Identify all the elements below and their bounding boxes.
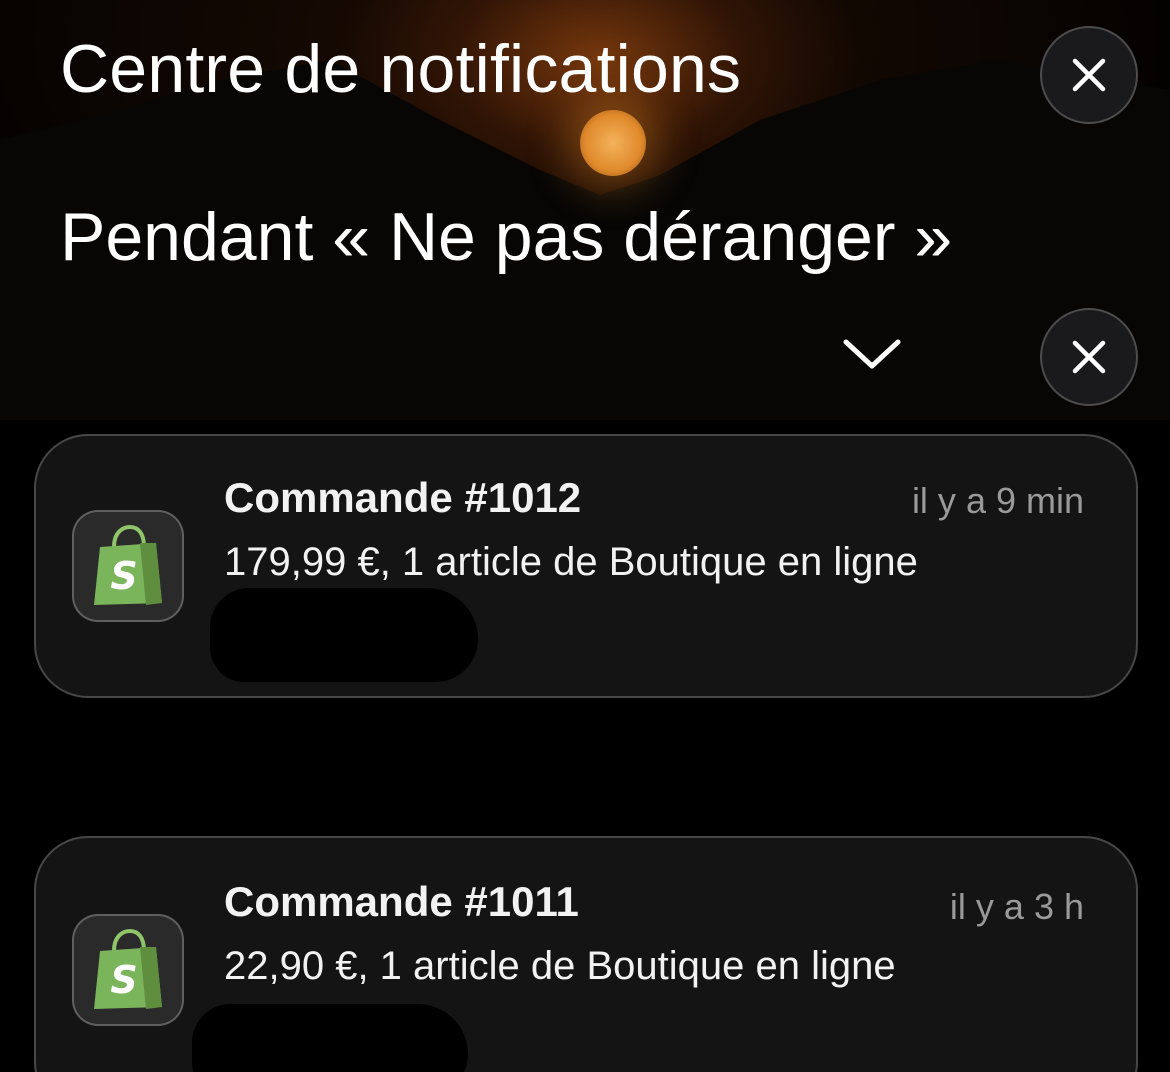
notification-body: 22,90 €, 1 article de Boutique en ligne [224, 944, 896, 988]
close-icon [1072, 340, 1106, 374]
notification-card[interactable]: S Commande #1011 il y a 3 h 22,90 €, 1 a… [34, 836, 1138, 1072]
notification-body: 179,99 €, 1 article de Boutique en ligne [224, 540, 918, 584]
app-icon: S [72, 510, 184, 622]
svg-text:S: S [110, 958, 137, 1002]
close-icon [1072, 58, 1106, 92]
page-title: Centre de notifications [60, 31, 742, 107]
sun [580, 110, 646, 176]
shopify-bag-icon: S [94, 928, 162, 1009]
close-notification-center-button[interactable] [1040, 26, 1138, 124]
notification-card[interactable]: S Commande #1012 il y a 9 min 179,99 €, … [34, 434, 1138, 698]
shopify-bag-icon: S [94, 524, 162, 605]
redacted-area [210, 588, 478, 682]
section-title: Pendant « Ne pas déranger » [60, 199, 953, 275]
notification-title: Commande #1012 [224, 474, 582, 521]
notification-time: il y a 3 h [949, 886, 1084, 927]
svg-text:S: S [110, 554, 137, 598]
app-icon: S [72, 914, 184, 1026]
redacted-area [192, 1004, 468, 1072]
chevron-down-icon[interactable] [836, 328, 908, 380]
notification-title: Commande #1011 [224, 878, 579, 925]
clear-section-button[interactable] [1040, 308, 1138, 406]
notification-time: il y a 9 min [911, 480, 1084, 521]
